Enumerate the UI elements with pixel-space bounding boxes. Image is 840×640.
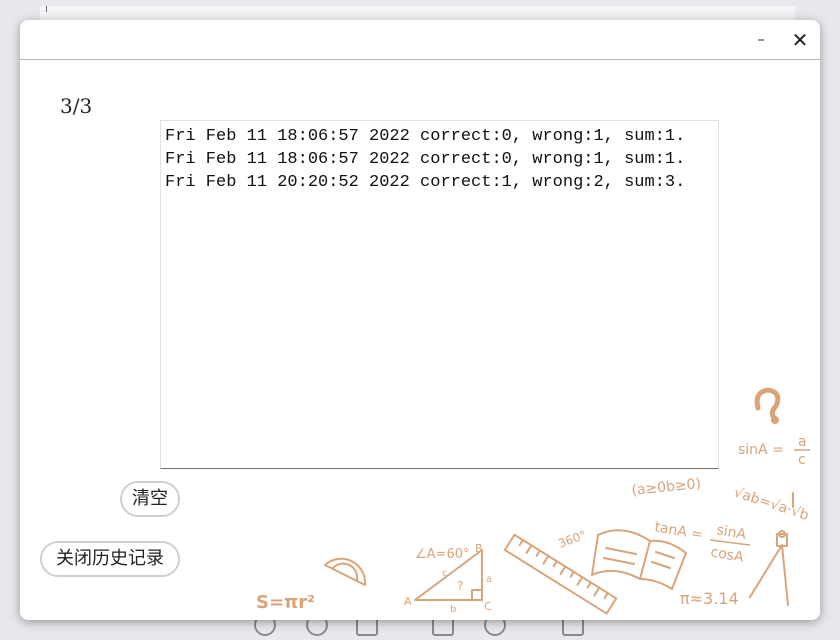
book-icon (591, 529, 687, 590)
history-dialog: – ✕ 3/3 Fri Feb 11 18:06:57 2022 correct… (20, 20, 820, 620)
circle-area-formula: S=πr² (256, 592, 315, 613)
sin-frac-top: a (798, 434, 807, 450)
triangle-side-b: b (450, 604, 456, 615)
sin-frac-bottom: c (798, 452, 806, 468)
title-bar: – ✕ (20, 20, 820, 60)
background-tick (46, 6, 47, 12)
triangle-side-a: a (486, 574, 492, 585)
tan-frac-top: sinA (715, 522, 747, 543)
history-line: Fri Feb 11 20:20:52 2022 correct:1, wron… (165, 173, 686, 192)
triangle-icon (414, 549, 483, 601)
close-button[interactable]: ✕ (787, 28, 813, 52)
history-log-textarea[interactable]: Fri Feb 11 18:06:57 2022 correct:0, wron… (160, 120, 719, 469)
triangle-vertex-c: C (484, 600, 492, 613)
triangle-unknown: ? (457, 579, 463, 593)
angle-label: ∠A=60° (415, 547, 469, 562)
compass-icon (749, 530, 789, 606)
page-indicator: 3/3 (60, 94, 93, 118)
triangle-side-c: c (442, 568, 448, 579)
sin-formula: sinA = (738, 442, 784, 458)
clear-button[interactable]: 清空 (120, 481, 180, 517)
history-line: Fri Feb 11 18:06:57 2022 correct:0, wron… (165, 127, 686, 146)
tan-formula: tanA = (653, 519, 704, 543)
inequality-formula: (a≥0b≥0) (631, 476, 702, 499)
degrees-label: 360° (556, 528, 588, 551)
close-history-button[interactable]: 关闭历史记录 (40, 541, 180, 577)
question-mark-icon (754, 387, 781, 421)
pi-formula: π≈3.14 (680, 589, 739, 608)
sqrt-formula: √ab=√a·√b (732, 485, 811, 524)
triangle-vertex-a: A (404, 595, 412, 608)
history-line: Fri Feb 11 18:06:57 2022 correct:0, wron… (165, 150, 686, 169)
ruler-icon (503, 533, 618, 615)
protractor-icon (324, 557, 367, 586)
minimize-button[interactable]: – (748, 28, 774, 52)
tan-frac-bottom: cosA (709, 544, 745, 566)
triangle-vertex-b: B (475, 542, 483, 555)
